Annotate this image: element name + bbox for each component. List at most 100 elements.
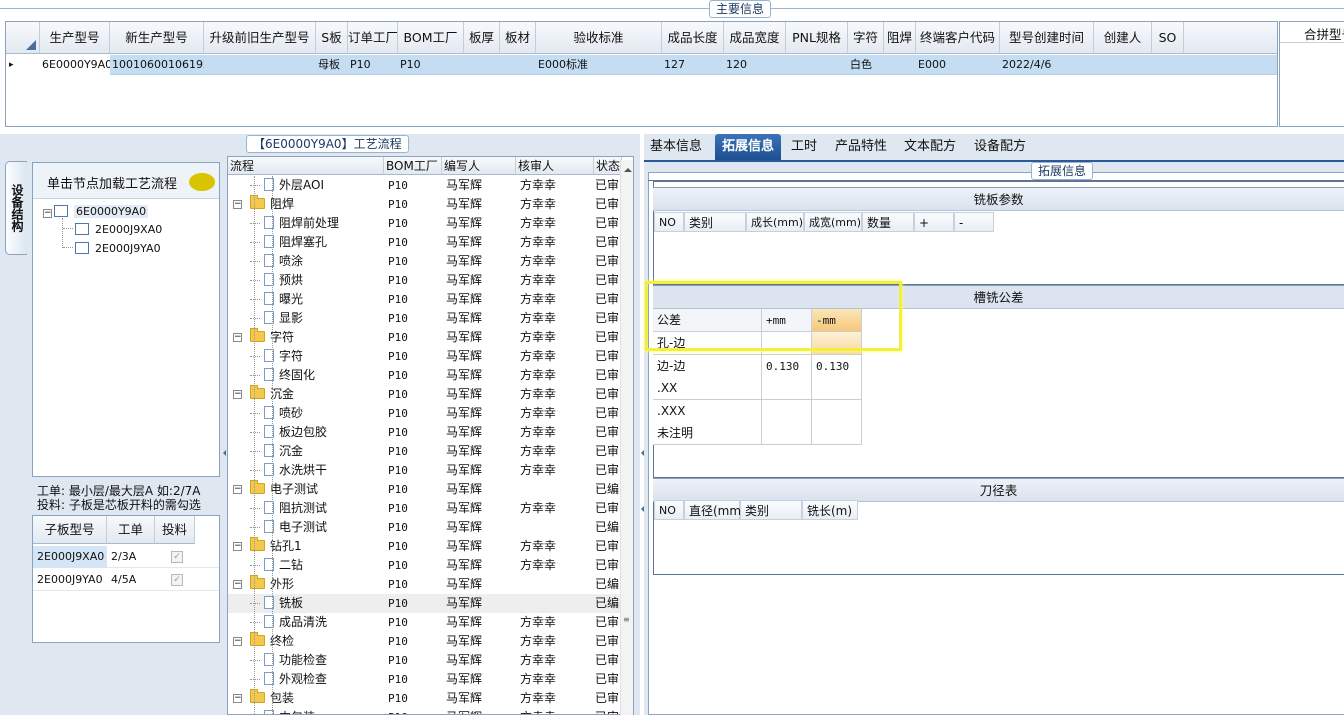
tab-equipment-recipe[interactable]: 设备配方 [969, 134, 1031, 160]
table-row[interactable]: 2E000J9YA0 4/5A ✓ [33, 569, 219, 591]
scroll-up-icon[interactable] [624, 164, 632, 172]
row-cell[interactable] [500, 55, 536, 75]
tolerance-minus-header[interactable]: -mm [812, 309, 862, 332]
process-row[interactable]: − 钻孔1 P10 马军辉 方幸幸 已审 [228, 537, 620, 556]
feed-checkbox[interactable]: ✓ [171, 574, 183, 586]
process-row[interactable]: 功能检查 P10 马军辉 方幸幸 已审 [228, 651, 620, 670]
process-row[interactable]: 终固化 P10 马军辉 方幸幸 已审 [228, 366, 620, 385]
process-row[interactable]: − 阻焊 P10 马军辉 方幸幸 已审 [228, 195, 620, 214]
column-header[interactable]: 字符 [848, 22, 884, 54]
process-row[interactable]: − 终检 P10 马军辉 方幸幸 已审 [228, 632, 620, 651]
tolerance-minus-cell[interactable] [812, 332, 862, 355]
tree-node-root[interactable]: − 6E0000Y9A0 [43, 203, 149, 221]
column-header[interactable]: 铣长(m) [802, 500, 858, 520]
column-header[interactable]: 编写人 [442, 157, 516, 175]
process-row[interactable]: 水洗烘干 P10 马军辉 方幸幸 已审 [228, 461, 620, 480]
collapse-icon[interactable]: − [233, 542, 242, 551]
process-row[interactable]: − 字符 P10 马军辉 方幸幸 已审 [228, 328, 620, 347]
process-row[interactable]: − 外形 P10 马军辉 已编 [228, 575, 620, 594]
tolerance-plus-cell[interactable] [762, 332, 812, 355]
column-header[interactable]: 投料 [155, 516, 195, 544]
row-cell[interactable]: 2022/4/6 [1000, 55, 1094, 75]
column-header[interactable]: 成长(mm) [746, 212, 804, 232]
column-header[interactable]: 核审人 [516, 157, 594, 175]
column-header[interactable]: 升级前旧生产型号 [204, 22, 316, 54]
collapse-icon[interactable]: − [233, 390, 242, 399]
process-row[interactable]: 喷涂 P10 马军辉 方幸幸 已审 [228, 252, 620, 271]
process-row[interactable]: 预烘 P10 马军辉 方幸幸 已审 [228, 271, 620, 290]
process-scrollbar[interactable]: ≡ [620, 160, 633, 715]
column-header[interactable]: S板 [316, 22, 348, 54]
process-row[interactable]: 阻抗测试 P10 马军辉 方幸幸 已审 [228, 499, 620, 518]
process-row[interactable]: 字符 P10 马军辉 方幸幸 已审 [228, 347, 620, 366]
collapse-icon[interactable]: − [43, 209, 52, 218]
collapse-icon[interactable]: − [233, 333, 242, 342]
process-row[interactable]: 板边包胶 P10 马军辉 方幸幸 已审 [228, 423, 620, 442]
tolerance-plus-cell[interactable]: 0.130 [762, 354, 812, 378]
column-header[interactable]: 类别 [684, 212, 746, 232]
tab-product-features[interactable]: 产品特性 [831, 134, 891, 160]
row-cell[interactable] [204, 55, 316, 75]
feed-checkbox[interactable]: ✓ [171, 551, 183, 563]
table-row[interactable]: ▸ 6E0000Y9A0 10010600106192 母板 P10 P10 E000标准… [6, 55, 1277, 75]
column-header[interactable]: - [954, 212, 994, 232]
tab-device-structure[interactable]: 设备结构 [5, 161, 27, 255]
splitter-arrow[interactable] [220, 450, 226, 490]
process-row[interactable]: − 沉金 P10 马军辉 方幸幸 已审 [228, 385, 620, 404]
tolerance-plus-cell[interactable] [762, 377, 812, 400]
column-header[interactable]: 板材 [500, 22, 536, 54]
collapse-icon[interactable]: − [233, 694, 242, 703]
process-row[interactable]: − 电子测试 P10 马军辉 已编 [228, 480, 620, 499]
product-grid[interactable]: 生产型号 新生产型号 升级前旧生产型号 S板 订单工厂 BOM工厂 板厚 板材 验收标准 成品长度… [5, 21, 1278, 127]
process-row[interactable]: 外观检查 P10 马军辉 方幸幸 已审 [228, 670, 620, 689]
tolerance-plus-cell[interactable] [762, 422, 812, 445]
column-header[interactable]: 成品长度 [662, 22, 724, 54]
column-header[interactable]: 生产型号 [40, 22, 110, 54]
sub-board-grid[interactable]: 子板型号 工单 投料 2E000J9XA0 2/3A ✓ 2E000J9YA0 … [32, 515, 220, 643]
collapse-icon[interactable]: − [233, 637, 242, 646]
column-header[interactable]: 创建人 [1094, 22, 1152, 54]
row-cell[interactable]: 120 [724, 55, 786, 75]
process-row[interactable]: 阻焊前处理 P10 马军辉 方幸幸 已审 [228, 214, 620, 233]
column-header[interactable]: PNL规格 [786, 22, 848, 54]
row-cell[interactable]: 10010600106192 [110, 55, 204, 75]
row-cell[interactable] [464, 55, 500, 75]
column-header[interactable]: 型号创建时间 [1000, 22, 1094, 54]
column-header[interactable]: NO [654, 212, 684, 232]
tab-extended-info[interactable]: 拓展信息 [715, 134, 781, 160]
process-row[interactable]: 成品清洗 P10 马军辉 方幸幸 已审 [228, 613, 620, 632]
structure-tree[interactable]: 单击节点加载工艺流程 − 6E0000Y9A0 2E000J9XA0 2E000J… [32, 162, 220, 477]
column-header[interactable]: 终端客户代码 [916, 22, 1000, 54]
row-cell[interactable]: 母板 [316, 55, 348, 75]
process-row[interactable]: 曝光 P10 马军辉 方幸幸 已审 [228, 290, 620, 309]
column-header[interactable]: 成宽(mm) [804, 212, 862, 232]
row-cell[interactable]: 白色 [848, 55, 884, 75]
column-header[interactable]: NO [654, 500, 684, 520]
column-header[interactable]: 直径(mm) [684, 500, 746, 520]
row-cell[interactable]: P10 [398, 55, 464, 75]
process-row[interactable]: 显影 P10 马军辉 方幸幸 已审 [228, 309, 620, 328]
process-row[interactable]: 沉金 P10 马军辉 方幸幸 已审 [228, 442, 620, 461]
collapse-icon[interactable]: − [233, 200, 242, 209]
column-header[interactable]: 工单 [107, 516, 155, 544]
tab-basic-info[interactable]: 基本信息 [645, 134, 707, 160]
process-row[interactable]: 外层AOI P10 马军辉 方幸幸 已审 [228, 176, 620, 195]
column-header[interactable]: BOM工厂 [398, 22, 464, 54]
process-tree-grid[interactable]: 流程 BOM工厂 编写人 核审人 状态 外层AOI P10 马军辉 方幸幸 已审 − 阻焊 P… [227, 156, 634, 715]
tree-node-child[interactable]: 2E000J9YA0 [63, 240, 161, 258]
process-row[interactable]: − 包装 P10 马军辉 方幸幸 已审 [228, 689, 620, 708]
column-header[interactable]: 验收标准 [536, 22, 662, 54]
row-cell[interactable]: E000标准 [536, 55, 662, 75]
column-header[interactable]: 类别 [740, 500, 802, 520]
row-cell[interactable] [1152, 55, 1184, 75]
process-row[interactable]: 铣板 P10 马军辉 已编 [228, 594, 620, 613]
grid-corner[interactable] [6, 22, 40, 54]
column-header[interactable]: 流程 [228, 157, 384, 175]
row-cell[interactable]: P10 [348, 55, 398, 75]
process-row[interactable]: 内包装 P10 马军辉方幸幸已审 [228, 708, 620, 714]
row-cell[interactable] [786, 55, 848, 75]
column-header[interactable]: 阻焊 [884, 22, 916, 54]
tolerance-minus-cell[interactable] [812, 377, 862, 400]
tolerance-plus-cell[interactable] [762, 399, 812, 423]
column-header[interactable]: 板厚 [464, 22, 500, 54]
